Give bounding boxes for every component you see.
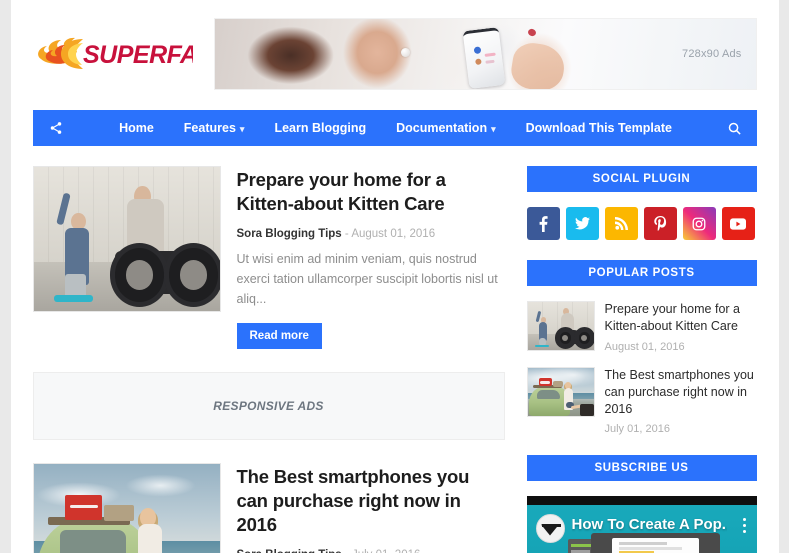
instagram-icon[interactable] (682, 207, 716, 240)
twitter-icon[interactable] (565, 207, 599, 240)
popular-post-date: August 01, 2016 (604, 340, 685, 353)
motorcycle-photo (33, 167, 220, 311)
main-navigation: Home Features ▾ Learn Blogging Documenta… (32, 110, 757, 146)
video-more-options-icon[interactable] (742, 518, 746, 536)
popular-post-item[interactable]: The Best smartphones you can purchase ri… (526, 366, 757, 436)
video-title[interactable]: How To Create A Pop... (572, 516, 727, 533)
site-header: SUPERFAST 728x90 Ads (10, 0, 779, 104)
share-icon[interactable] (33, 121, 79, 135)
nav-item-label: Download This Template (525, 121, 672, 135)
site-logo[interactable]: SUPERFAST (33, 26, 208, 82)
nav-item-features[interactable]: Features ▾ (169, 110, 260, 146)
nav-menu: Home Features ▾ Learn Blogging Documenta… (79, 110, 713, 146)
content-area: Prepare your home for a Kitten-about Kit… (11, 166, 779, 553)
post-body: The Best smartphones you can purchase ri… (237, 463, 505, 553)
page-container: SUPERFAST 728x90 Ads Home (10, 0, 779, 553)
post-meta-separator: - (345, 549, 349, 553)
post-item: Prepare your home for a Kitten-about Kit… (32, 166, 505, 349)
popular-post-thumbnail[interactable] (526, 366, 595, 417)
responsive-ads-label: RESPONSIVE ADS (213, 398, 324, 413)
youtube-video-embed[interactable]: How To Create A Pop... (526, 496, 757, 553)
popular-post-date: July 01, 2016 (604, 423, 670, 436)
post-meta: Sora Blogging Tips - August 01, 2016 (237, 228, 505, 240)
widget-popular-posts: POPULAR POSTS Prepare your home for a Ki… (526, 260, 757, 436)
read-more-button[interactable]: Read more (236, 322, 322, 349)
nav-item-label: Learn Blogging (274, 121, 367, 135)
ad-smartphone-detail (462, 26, 506, 89)
nav-item-learn-blogging[interactable]: Learn Blogging (259, 110, 381, 146)
widget-title: SUBSCRIBE US (526, 455, 757, 482)
nav-item-label: Features (183, 121, 236, 135)
popular-post-thumbnail[interactable] (526, 301, 595, 351)
svg-text:SUPERFAST: SUPERFAST (83, 41, 193, 69)
post-date: July 01, 2016 (352, 549, 420, 553)
chevron-down-icon: ▾ (491, 124, 496, 134)
post-thumbnail[interactable] (32, 462, 221, 553)
post-snippet: Ut wisi enim ad minim veniam, quis nostr… (236, 251, 498, 307)
sidebar: SOCIAL PLUGIN POPULAR POSTS Prepare your… (526, 166, 757, 553)
popular-post-body: The Best smartphones you can purchase ri… (605, 367, 757, 436)
widget-title: POPULAR POSTS (526, 260, 757, 286)
search-icon[interactable] (713, 121, 757, 136)
widget-title: SOCIAL PLUGIN (526, 166, 757, 192)
popular-post-title[interactable]: Prepare your home for a Kitten-about Kit… (605, 301, 757, 336)
post-meta-separator: - (344, 227, 349, 240)
post-thumbnail[interactable] (32, 166, 221, 312)
video-scene-screen (590, 532, 720, 553)
header-banner-ad[interactable]: 728x90 Ads (213, 18, 757, 90)
header-ad-label: 728x90 Ads (682, 48, 742, 60)
facebook-icon[interactable] (526, 207, 560, 240)
post-date: August 01, 2016 (351, 227, 436, 240)
post-title[interactable]: The Best smartphones you can purchase ri… (237, 465, 505, 538)
nav-item-label: Home (119, 121, 154, 135)
responsive-ads-banner[interactable]: RESPONSIVE ADS (32, 371, 505, 440)
main-column: Prepare your home for a Kitten-about Kit… (32, 166, 505, 553)
nav-item-home[interactable]: Home (104, 110, 169, 146)
widget-social-plugin: SOCIAL PLUGIN (526, 166, 757, 240)
social-icons-row (526, 207, 757, 240)
motorcycle-thumb-photo (527, 302, 594, 350)
post-author[interactable]: Sora Blogging Tips (237, 228, 342, 240)
video-top-bar (526, 496, 757, 506)
nav-item-documentation[interactable]: Documentation ▾ (381, 110, 511, 146)
youtube-icon[interactable] (721, 207, 755, 240)
post-author[interactable]: Sora Blogging Tips (237, 549, 342, 553)
vw-beetle-thumb-photo (527, 367, 594, 416)
pinterest-icon[interactable] (643, 207, 677, 240)
video-channel-avatar[interactable] (535, 514, 565, 544)
popular-post-item[interactable]: Prepare your home for a Kitten-about Kit… (526, 301, 757, 353)
post-title[interactable]: Prepare your home for a Kitten-about Kit… (237, 168, 505, 217)
post-meta: Sora Blogging Tips - July 01, 2016 (237, 549, 505, 553)
post-item: The Best smartphones you can purchase ri… (32, 462, 505, 553)
rss-icon[interactable] (604, 207, 638, 240)
popular-post-body: Prepare your home for a Kitten-about Kit… (605, 301, 757, 353)
popular-post-title[interactable]: The Best smartphones you can purchase ri… (605, 367, 757, 419)
widget-subscribe-us: SUBSCRIBE US How To Create A Pop... (526, 455, 757, 553)
nav-item-label: Documentation (396, 121, 488, 135)
post-body: Prepare your home for a Kitten-about Kit… (236, 166, 505, 349)
chevron-down-icon: ▾ (239, 124, 245, 134)
nav-item-download-this-template[interactable]: Download This Template (511, 110, 687, 146)
superfast-logo-icon: SUPERFAST (37, 37, 193, 69)
vw-beetle-photo (33, 463, 220, 553)
